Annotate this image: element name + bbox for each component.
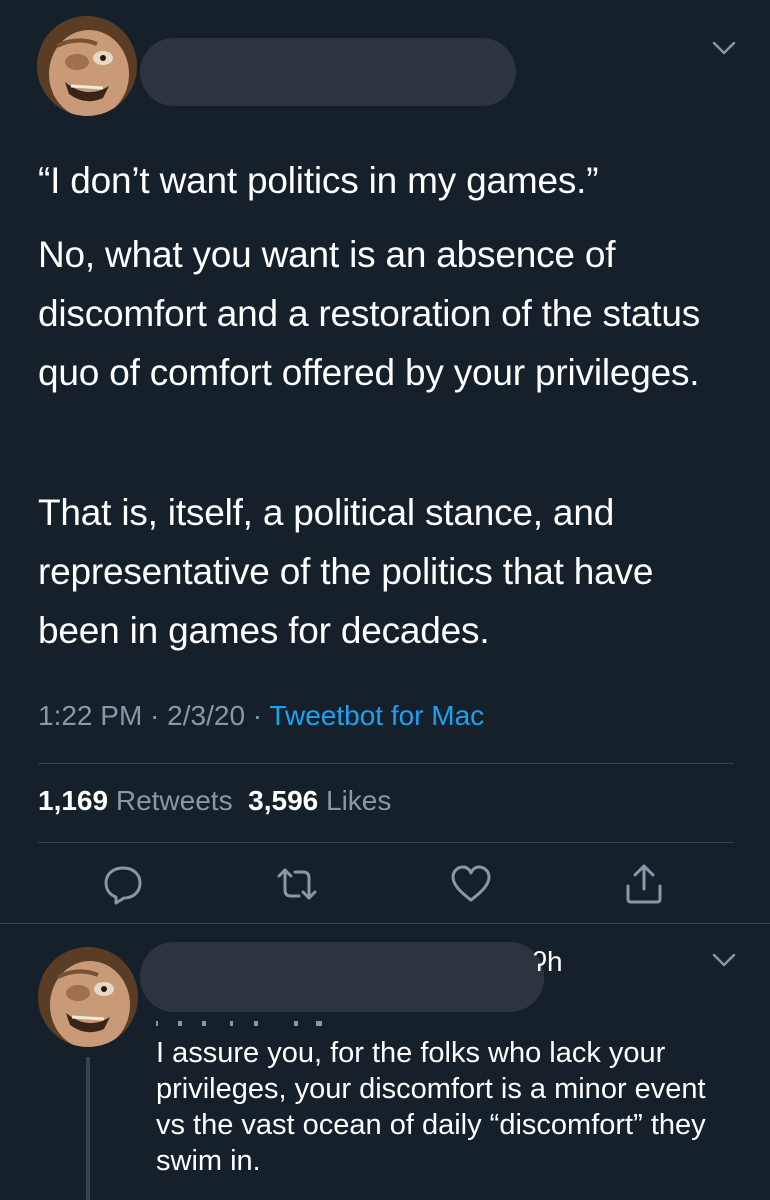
author-name-redaction [140, 38, 516, 106]
divider [38, 842, 734, 843]
avatar[interactable] [38, 947, 138, 1047]
likes-stat[interactable]: 3,596 Likes [248, 785, 391, 816]
chevron-down-icon[interactable] [711, 952, 737, 968]
likes-count: 3,596 [248, 785, 319, 816]
meta-separator: · [245, 700, 270, 731]
tweet-paragraph-2: No, what you want is an absence of disco… [38, 234, 701, 393]
tweet-source-link[interactable]: Tweetbot for Mac [269, 700, 484, 731]
tweet-paragraph-3: That is, itself, a political stance, and… [38, 492, 654, 651]
reply-icon[interactable] [101, 862, 145, 906]
retweets-label: Retweets [115, 785, 233, 816]
main-tweet: “I don’t want politics in my games.” No,… [0, 0, 770, 925]
tweet-time: 1:22 PM [38, 700, 143, 731]
retweets-stat[interactable]: 1,169 Retweets [38, 785, 233, 816]
divider [38, 763, 734, 764]
tweet-date: 2/3/20 [167, 700, 246, 731]
replying-to-fragment [156, 1014, 326, 1026]
reply-text: I assure you, for the folks who lack you… [156, 1037, 706, 1177]
chevron-down-icon[interactable] [711, 40, 737, 56]
tweet-meta: 1:22 PM · 2/3/20 · Tweetbot for Mac [38, 700, 484, 732]
likes-label: Likes [326, 785, 392, 816]
share-icon[interactable] [622, 862, 666, 906]
avatar[interactable] [37, 16, 137, 116]
reply-timestamp: ʔh [533, 946, 563, 977]
heart-icon[interactable] [449, 862, 493, 906]
tweet-paragraph-1: “I don’t want politics in my games.” [38, 160, 599, 201]
tweet-separator [0, 923, 770, 924]
retweet-icon[interactable] [275, 862, 319, 906]
thread-line [86, 1057, 90, 1200]
meta-separator: · [142, 700, 168, 731]
author-name-redaction [140, 942, 544, 1012]
engagement-stats: 1,169 Retweets 3,596 Likes [38, 785, 391, 817]
retweets-count: 1,169 [38, 785, 109, 816]
